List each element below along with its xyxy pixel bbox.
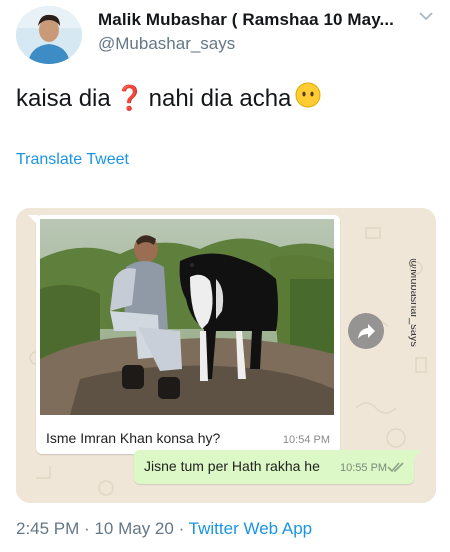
tweet-text-part1: kaisa dia — [16, 84, 111, 112]
incoming-message-text: Isme Imran Khan konsa hy? — [46, 430, 221, 446]
outgoing-bubble-tail — [412, 450, 422, 460]
outgoing-message-bubble[interactable]: Jisne tum per Hath rakha he 10:55 PM — [134, 450, 414, 484]
forward-share-icon[interactable] — [348, 313, 384, 349]
chevron-down-icon[interactable] — [418, 10, 434, 22]
tweet-text-part2: nahi dia acha — [148, 84, 292, 112]
tweet-media-whatsapp-screenshot[interactable]: Isme Imran Khan konsa hy? 10:54 PM @Muba… — [16, 208, 436, 503]
avatar[interactable] — [16, 6, 82, 64]
display-name[interactable]: Malik Mubashar ( Ramshaa 10 May... — [98, 10, 394, 30]
tweet-source-app[interactable]: Twitter Web App — [189, 519, 312, 538]
tweet-header: Malik Mubashar ( Ramshaa 10 May... @Muba… — [0, 0, 450, 75]
translate-tweet-link[interactable]: Translate Tweet — [16, 151, 129, 169]
tweet-metadata: 2:45 PM · 10 May 20 · Twitter Web App — [16, 519, 312, 539]
outgoing-message-time: 10:55 PM — [340, 462, 388, 474]
watermark-handle: @Mubashar_says — [408, 258, 416, 347]
meta-separator: · — [178, 519, 185, 538]
meta-separator: · — [84, 519, 90, 538]
shared-photo[interactable] — [40, 219, 334, 415]
double-check-icon — [387, 462, 404, 473]
tweet-time[interactable]: 2:45 PM — [16, 519, 79, 538]
incoming-message-bubble[interactable]: Isme Imran Khan konsa hy? 10:54 PM — [36, 215, 340, 454]
watermark-text: @Mubashar_says — [398, 256, 420, 386]
outgoing-message-text: Jisne tum per Hath rakha he — [144, 458, 320, 474]
incoming-message-time: 10:54 PM — [282, 434, 330, 446]
face-without-mouth-emoji-icon — [295, 82, 321, 115]
user-handle[interactable]: @Mubashar_says — [98, 34, 235, 54]
tweet-text: kaisa dia ❓ nahi dia acha — [16, 82, 325, 115]
question-mark-emoji-icon: ❓ — [114, 85, 145, 112]
tweet-date[interactable]: 10 May 20 — [94, 519, 173, 538]
